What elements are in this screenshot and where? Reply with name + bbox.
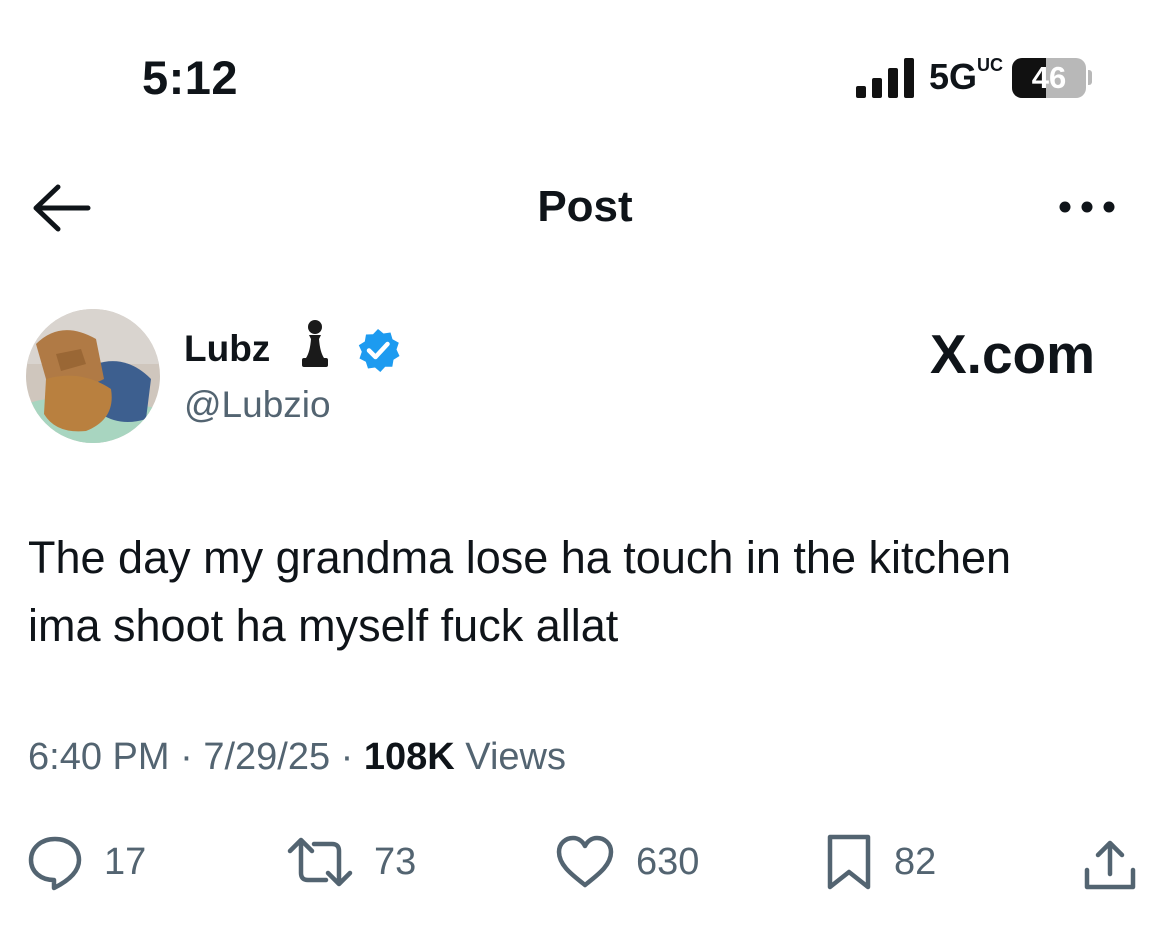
network-suffix: UC: [977, 55, 1004, 75]
reply-icon: [28, 836, 82, 891]
tweet-date[interactable]: 7/29/25: [203, 736, 330, 778]
repost-icon: [287, 837, 353, 887]
heart-icon: [556, 835, 614, 888]
watermark: X.com: [930, 323, 1096, 385]
views-count: 108K: [363, 736, 455, 778]
status-time: 5:12: [142, 51, 239, 104]
cellular-signal-icon: [856, 58, 914, 98]
tweet-text: The day my grandma lose ha touch in the …: [28, 532, 1012, 651]
avatar[interactable]: [26, 309, 160, 443]
battery-icon: 46: [1012, 58, 1086, 98]
reply-button[interactable]: 17: [26, 832, 146, 892]
page-title: Post: [537, 182, 633, 231]
bookmark-icon: [827, 834, 871, 890]
verified-badge-icon[interactable]: [355, 327, 401, 373]
author-handle[interactable]: @Lubzio: [184, 384, 331, 426]
reply-count: 17: [104, 840, 147, 883]
author-name[interactable]: Lubz: [184, 328, 270, 370]
battery-tip: [1088, 70, 1092, 85]
network-type: 5G: [929, 56, 978, 97]
meta-separator: ·: [340, 736, 354, 778]
tweet-meta: 6:40 PM · 7/29/25 · 108K Views: [28, 736, 566, 779]
like-count: 630: [636, 840, 700, 883]
share-button[interactable]: [1082, 836, 1138, 896]
battery-percent: 46: [1031, 60, 1067, 95]
meta-separator: ·: [180, 736, 193, 778]
repost-button[interactable]: 73: [286, 832, 416, 892]
tweet-time[interactable]: 6:40 PM: [28, 736, 170, 778]
repost-count: 73: [374, 840, 417, 883]
share-icon: [1084, 840, 1136, 890]
pawn-icon: [302, 320, 328, 367]
bookmark-button[interactable]: 82: [824, 832, 936, 892]
like-button[interactable]: 630: [554, 832, 699, 892]
views-label: Views: [465, 736, 566, 778]
more-options-icon[interactable]: [1056, 190, 1118, 224]
back-arrow-icon[interactable]: [30, 182, 92, 234]
avatar-image: [26, 309, 160, 443]
network-indicator: 5GUC: [929, 56, 1003, 98]
bookmark-count: 82: [894, 840, 937, 883]
